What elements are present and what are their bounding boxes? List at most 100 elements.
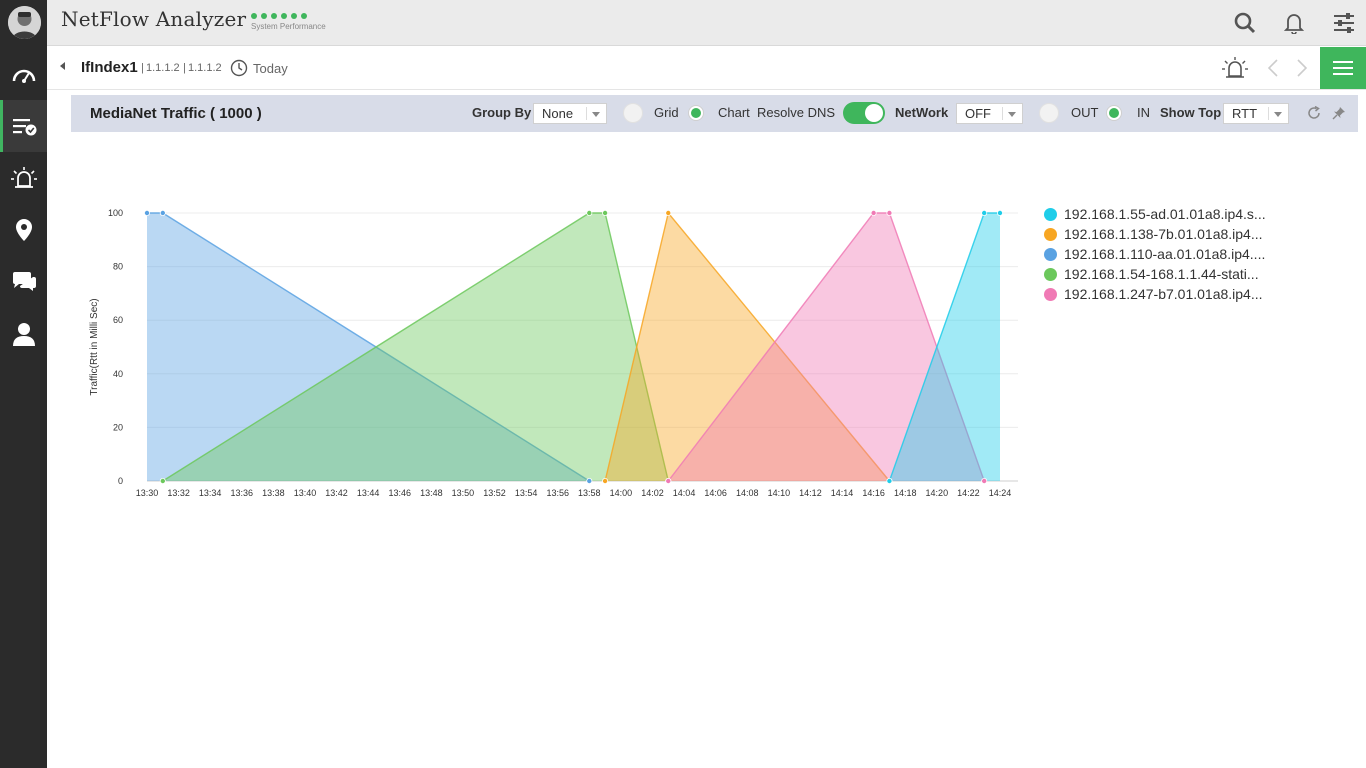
series-point-3 xyxy=(159,477,166,484)
dashboard-icon xyxy=(12,69,35,83)
avatar[interactable] xyxy=(8,6,41,39)
x-tick-label: 13:52 xyxy=(483,488,506,498)
nav-user[interactable] xyxy=(0,308,47,360)
legend-swatch xyxy=(1044,207,1057,221)
nav-dashboard[interactable] xyxy=(0,48,47,100)
x-tick-label: 14:14 xyxy=(831,488,854,498)
chart-radio[interactable] xyxy=(689,106,703,120)
x-tick-label: 14:08 xyxy=(736,488,759,498)
x-tick-label: 13:40 xyxy=(294,488,317,498)
nav-alarms[interactable] xyxy=(0,152,47,204)
legend-swatch xyxy=(1044,267,1057,281)
series-point-1 xyxy=(665,209,672,216)
series-point-0 xyxy=(997,209,1004,216)
back-arrow-icon[interactable] xyxy=(60,62,65,70)
legend-label: 192.168.1.138-7b.01.01a8.ip4... xyxy=(1064,226,1263,242)
next-button[interactable] xyxy=(1296,59,1308,82)
search-button[interactable] xyxy=(1233,11,1257,35)
legend-item[interactable]: 192.168.1.247-b7.01.01a8.ip4... xyxy=(1044,284,1266,304)
x-tick-label: 13:44 xyxy=(357,488,380,498)
x-tick-label: 14:02 xyxy=(641,488,664,498)
x-tick-label: 13:48 xyxy=(420,488,443,498)
chevron-right-icon xyxy=(1297,59,1308,77)
chevron-down-icon xyxy=(1008,112,1016,117)
network-value: OFF xyxy=(965,106,991,121)
notifications-button[interactable] xyxy=(1282,11,1306,35)
in-radio[interactable] xyxy=(1107,106,1121,120)
nav-traffic[interactable] xyxy=(0,100,47,152)
x-tick-label: 13:50 xyxy=(452,488,475,498)
nav-chat[interactable] xyxy=(0,256,47,308)
network-select[interactable]: OFF xyxy=(956,103,1023,124)
series-point-4 xyxy=(886,209,893,216)
in-label: IN xyxy=(1137,105,1150,120)
ip-separator: | xyxy=(141,62,144,74)
y-tick-label: 100 xyxy=(108,208,123,218)
x-tick-label: 13:30 xyxy=(136,488,159,498)
show-top-label: Show Top xyxy=(1160,105,1222,120)
x-tick-label: 13:56 xyxy=(546,488,569,498)
refresh-button[interactable] xyxy=(1307,105,1321,125)
x-tick-label: 14:12 xyxy=(799,488,822,498)
user-icon xyxy=(12,323,35,346)
legend-label: 192.168.1.54-168.1.1.44-stati... xyxy=(1064,266,1259,282)
series-point-2 xyxy=(586,477,593,484)
y-tick-label: 40 xyxy=(113,369,123,379)
legend-item[interactable]: 192.168.1.55-ad.01.01a8.ip4.s... xyxy=(1044,204,1266,224)
legend-item[interactable]: 192.168.1.138-7b.01.01a8.ip4... xyxy=(1044,224,1266,244)
pin-button[interactable] xyxy=(1332,106,1346,125)
series-point-1 xyxy=(602,477,609,484)
show-top-select[interactable]: RTT xyxy=(1223,103,1289,124)
legend-label: 192.168.1.247-b7.01.01a8.ip4... xyxy=(1064,286,1263,302)
legend-item[interactable]: 192.168.1.110-aa.01.01a8.ip4.... xyxy=(1044,244,1266,264)
group-by-label: Group By xyxy=(472,105,532,120)
system-performance-indicator[interactable]: System Performance xyxy=(251,13,326,31)
legend-swatch xyxy=(1044,247,1057,261)
interface-ip-b: 1.1.1.2 xyxy=(188,62,222,74)
time-period-label[interactable]: Today xyxy=(253,61,288,76)
interface-ip-a: 1.1.1.2 xyxy=(146,62,180,74)
y-tick-label: 80 xyxy=(113,262,123,272)
settings-button[interactable] xyxy=(1332,11,1356,35)
series-point-2 xyxy=(144,209,151,216)
legend-label: 192.168.1.55-ad.01.01a8.ip4.s... xyxy=(1064,206,1266,222)
legend-swatch xyxy=(1044,287,1057,301)
hamburger-icon xyxy=(1333,61,1353,75)
x-tick-label: 14:00 xyxy=(610,488,633,498)
x-tick-label: 14:10 xyxy=(768,488,791,498)
series-point-4 xyxy=(981,477,988,484)
out-radio[interactable] xyxy=(1039,103,1059,123)
y-tick-label: 60 xyxy=(113,315,123,325)
network-label: NetWork xyxy=(895,105,949,120)
x-tick-label: 14:24 xyxy=(989,488,1012,498)
refresh-icon xyxy=(1308,105,1320,119)
alarm-button[interactable] xyxy=(1221,56,1249,85)
show-top-value: RTT xyxy=(1232,106,1258,121)
x-tick-label: 14:06 xyxy=(704,488,727,498)
interface-title: IfIndex1 xyxy=(81,59,138,76)
nav-location[interactable] xyxy=(0,204,47,256)
group-by-select[interactable]: None xyxy=(533,103,607,124)
x-tick-label: 14:20 xyxy=(926,488,949,498)
time-period-picker[interactable] xyxy=(230,59,248,82)
x-tick-label: 14:18 xyxy=(894,488,917,498)
legend-item[interactable]: 192.168.1.54-168.1.1.44-stati... xyxy=(1044,264,1266,284)
series-point-2 xyxy=(159,209,166,216)
y-tick-label: 20 xyxy=(113,422,123,432)
grid-radio[interactable] xyxy=(623,103,643,123)
alarm-icon xyxy=(1222,57,1248,78)
previous-button[interactable] xyxy=(1267,59,1279,82)
x-tick-label: 13:32 xyxy=(167,488,190,498)
search-icon xyxy=(1234,12,1256,34)
report-toolbar: MediaNet Traffic ( 1000 ) Group By None … xyxy=(71,95,1358,132)
menu-button[interactable] xyxy=(1320,47,1366,89)
out-label: OUT xyxy=(1071,105,1099,120)
system-performance-label: System Performance xyxy=(251,22,326,31)
chat-icon xyxy=(12,272,36,291)
grid-label: Grid xyxy=(654,105,679,120)
legend-label: 192.168.1.110-aa.01.01a8.ip4.... xyxy=(1064,246,1266,262)
x-tick-label: 14:04 xyxy=(673,488,696,498)
resolve-dns-label: Resolve DNS xyxy=(757,105,836,120)
chevron-left-icon xyxy=(1267,59,1278,77)
resolve-dns-toggle[interactable] xyxy=(843,102,885,124)
